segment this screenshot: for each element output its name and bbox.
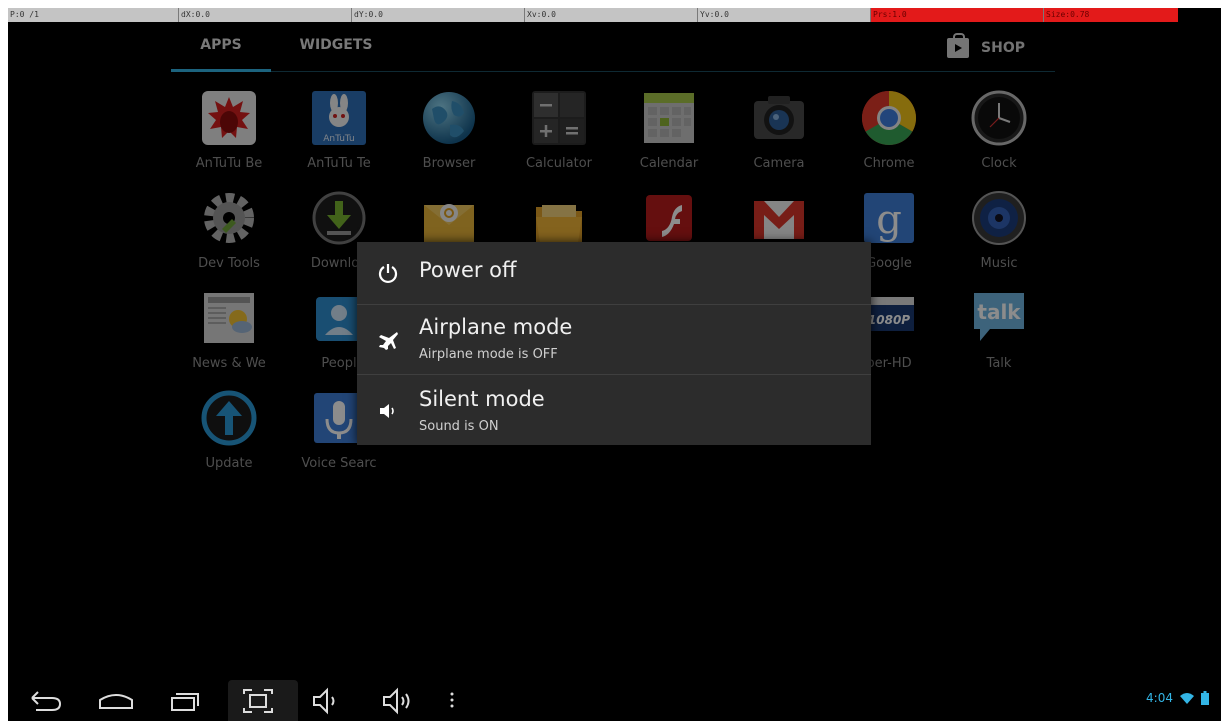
screenshot-icon[interactable]: [240, 684, 276, 718]
option-title: Silent mode: [419, 387, 545, 411]
size-readout: Size:0.78: [1043, 8, 1178, 22]
option-subtitle: Sound is ON: [419, 419, 499, 434]
speaker-icon: [380, 404, 394, 418]
pointer-count: P:0 /1: [10, 10, 39, 19]
pointer-location-bar: P:0 /1 dX:0.0 dY:0.0 Xv:0.0 Yv:0.0 Prs:1…: [8, 8, 1178, 22]
battery-icon: [1201, 691, 1209, 705]
navigation-bar: 4:04: [8, 680, 1221, 721]
status-area[interactable]: 4:04: [1146, 691, 1209, 705]
pressure-readout: Prs:1.0: [870, 8, 1043, 22]
option-title: Airplane mode: [419, 315, 573, 339]
velocity-x: Xv:0.0: [524, 8, 697, 22]
option-subtitle: Airplane mode is OFF: [419, 347, 558, 362]
power-icon: [378, 264, 398, 284]
wifi-icon: [1180, 693, 1194, 704]
android-screen: P:0 /1 dX:0.0 dY:0.0 Xv:0.0 Yv:0.0 Prs:1…: [8, 8, 1221, 721]
home-icon[interactable]: [96, 684, 136, 718]
delta-y: dY:0.0: [351, 8, 524, 22]
power-off-option[interactable]: Power off: [357, 242, 871, 304]
menu-icon[interactable]: [444, 684, 460, 718]
global-actions-dialog: Power off Airplane mode Airplane mode is…: [357, 242, 871, 445]
back-icon[interactable]: [28, 684, 64, 718]
option-title: Power off: [419, 258, 517, 282]
airplane-mode-option[interactable]: Airplane mode Airplane mode is OFF: [357, 304, 871, 374]
volume-down-icon[interactable]: [310, 684, 346, 718]
silent-mode-option[interactable]: Silent mode Sound is ON: [357, 374, 871, 445]
recent-apps-icon[interactable]: [166, 684, 202, 718]
clock-time: 4:04: [1146, 691, 1173, 705]
velocity-y: Yv:0.0: [697, 8, 870, 22]
delta-x: dX:0.0: [178, 8, 351, 22]
volume-up-icon[interactable]: [380, 684, 420, 718]
airplane-icon: [379, 332, 398, 350]
